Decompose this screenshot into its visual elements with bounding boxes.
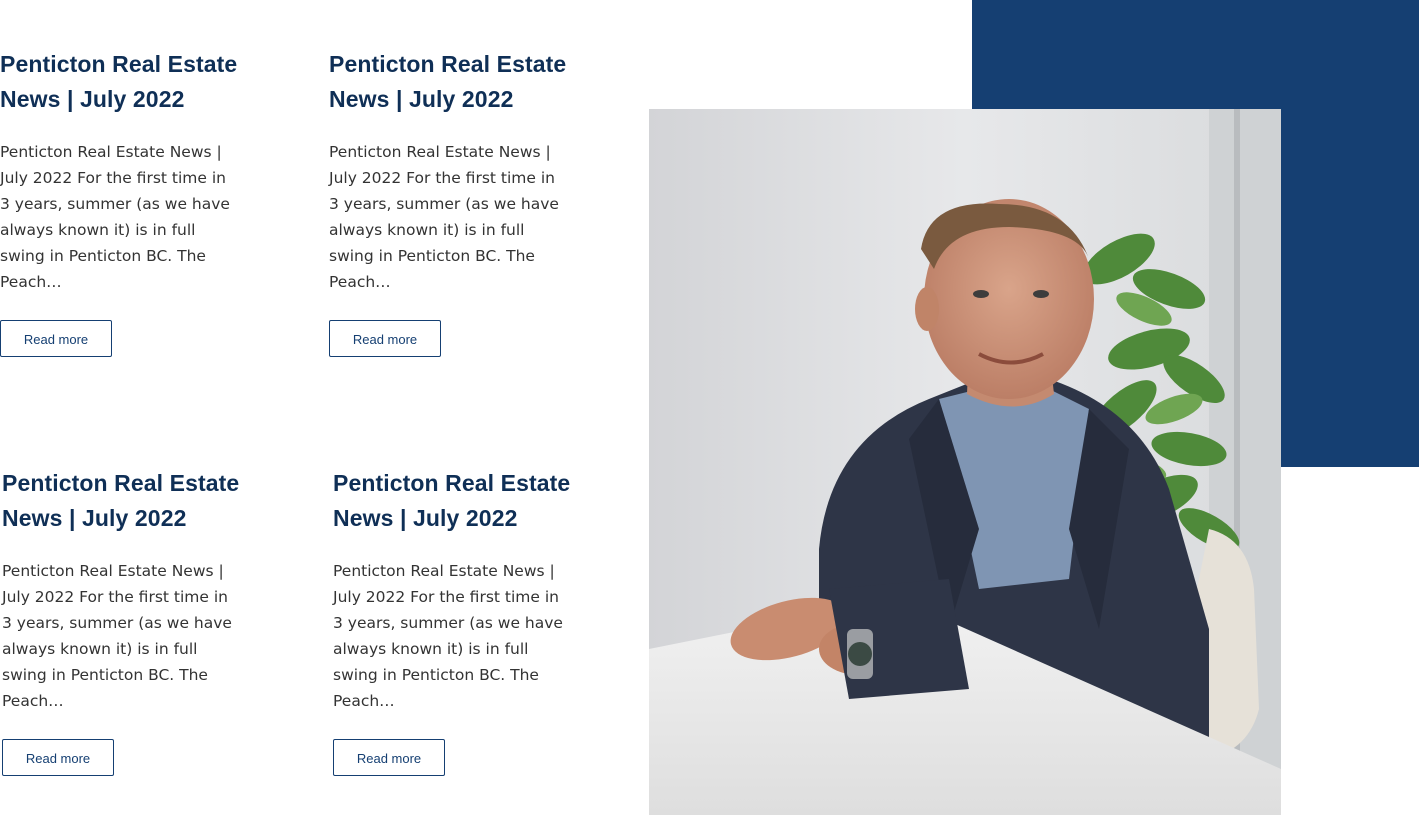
post-title[interactable]: Penticton Real Estate News | July 2022 — [2, 466, 247, 536]
post-excerpt: Penticton Real Estate News | July 2022 F… — [0, 143, 230, 291]
post-card: Penticton Real Estate News | July 2022 P… — [0, 47, 245, 357]
read-more-button[interactable]: Read more — [329, 320, 441, 357]
post-excerpt: Penticton Real Estate News | July 2022 F… — [333, 562, 563, 710]
post-title[interactable]: Penticton Real Estate News | July 2022 — [333, 466, 578, 536]
agent-portrait-photo — [649, 109, 1281, 815]
post-excerpt: Penticton Real Estate News | July 2022 F… — [329, 143, 559, 291]
post-excerpt: Penticton Real Estate News | July 2022 F… — [2, 562, 232, 710]
post-card: Penticton Real Estate News | July 2022 P… — [2, 466, 247, 776]
post-title[interactable]: Penticton Real Estate News | July 2022 — [329, 47, 574, 117]
post-card: Penticton Real Estate News | July 2022 P… — [333, 466, 578, 776]
page: Penticton Real Estate News | July 2022 P… — [0, 0, 1419, 815]
post-card: Penticton Real Estate News | July 2022 P… — [329, 47, 574, 357]
read-more-button[interactable]: Read more — [2, 739, 114, 776]
read-more-button[interactable]: Read more — [0, 320, 112, 357]
read-more-button[interactable]: Read more — [333, 739, 445, 776]
post-title[interactable]: Penticton Real Estate News | July 2022 — [0, 47, 245, 117]
